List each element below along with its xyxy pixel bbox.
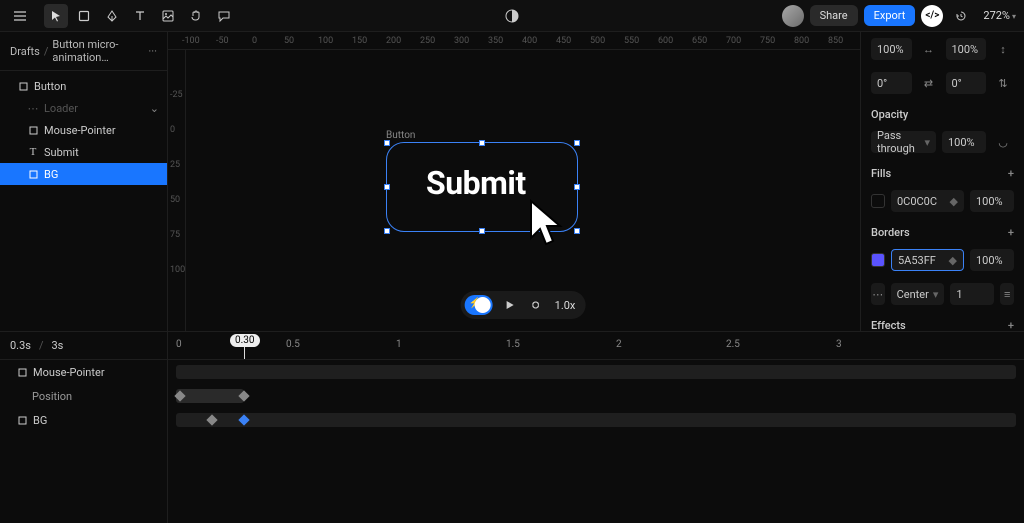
rotation-field-2[interactable]: 0° <box>946 72 987 94</box>
borders-section: Borders+ <box>861 218 1024 243</box>
tl-track-mouse-pointer[interactable] <box>168 360 1024 384</box>
current-time: 0.3s <box>10 339 31 352</box>
code-icon[interactable]: </> <box>921 5 943 27</box>
height-field[interactable]: 100% <box>946 38 987 60</box>
hand-tool[interactable] <box>184 4 208 28</box>
border-hex-field[interactable]: 5A53FF◆ <box>891 249 964 271</box>
border-swatch[interactable] <box>871 253 885 267</box>
add-border-button[interactable]: + <box>1008 226 1014 239</box>
select-tool[interactable] <box>44 4 68 28</box>
tl-layer-mouse-pointer[interactable]: Mouse-Pointer <box>0 360 167 384</box>
add-effect-button[interactable]: + <box>1008 319 1014 331</box>
user-avatar[interactable] <box>782 5 804 27</box>
image-tool[interactable] <box>156 4 180 28</box>
loop-button[interactable] <box>527 296 545 314</box>
tl-track-bg[interactable] <box>168 408 1024 432</box>
opacity-section: Opacity <box>861 100 1024 125</box>
layer-loader[interactable]: ⋯Loader⌄ <box>0 97 167 119</box>
swap-vertical-icon[interactable]: ↕ <box>992 38 1014 60</box>
pen-tool[interactable] <box>100 4 124 28</box>
border-style-button[interactable]: ≡ <box>1000 283 1014 305</box>
border-opacity-field[interactable]: 100% <box>970 249 1014 271</box>
menu-button[interactable] <box>8 4 32 28</box>
tl-layer-bg[interactable]: BG <box>0 408 167 432</box>
border-width-field[interactable]: 1 <box>950 283 994 305</box>
ruler-horizontal: -100-50050100150200250300350400450500550… <box>168 32 860 50</box>
tl-prop-position[interactable]: Position <box>0 384 167 408</box>
total-time: 3s <box>52 339 64 352</box>
flip-v-icon[interactable]: ⇅ <box>992 72 1014 94</box>
tl-track-position[interactable] <box>168 384 1024 408</box>
flip-h-icon[interactable]: ⇄ <box>918 72 940 94</box>
border-position-field[interactable]: Center▾ <box>891 283 945 305</box>
layer-mouse-pointer[interactable]: Mouse-Pointer <box>0 119 167 141</box>
layer-button[interactable]: Button <box>0 75 167 97</box>
playhead[interactable] <box>244 336 245 359</box>
fill-swatch[interactable] <box>871 194 885 208</box>
swap-horizontal-icon[interactable]: ↔ <box>918 38 940 60</box>
frame-label[interactable]: Button <box>386 130 415 141</box>
add-fill-button[interactable]: + <box>1008 167 1014 180</box>
history-icon[interactable] <box>949 4 973 28</box>
rect-tool[interactable] <box>72 4 96 28</box>
fill-hex-field[interactable]: 0C0C0C◆ <box>891 190 964 212</box>
ruler-vertical: -250255075100 <box>168 50 186 331</box>
border-options-button[interactable]: ⋯ <box>871 283 885 305</box>
opacity-value-field[interactable]: 100% <box>942 131 986 153</box>
comment-tool[interactable] <box>212 4 236 28</box>
rotation-field[interactable]: 0° <box>871 72 912 94</box>
breadcrumb[interactable]: Drafts/Button micro-animation…··· <box>0 32 167 71</box>
contrast-icon[interactable] <box>500 4 524 28</box>
export-button[interactable]: Export <box>864 5 916 26</box>
timeline-header: 0.3s / 3s <box>0 332 167 360</box>
layers-panel: Drafts/Button micro-animation…··· Button… <box>0 32 168 331</box>
share-button[interactable]: Share <box>810 5 858 26</box>
inspector-panel: 100% ↔ 100% ↕ 0° ⇄ 0° ⇅ Opacity Pass thr… <box>860 32 1024 331</box>
playback-speed[interactable]: 1.0x <box>553 299 582 312</box>
width-field[interactable]: 100% <box>871 38 912 60</box>
mouse-pointer-shape <box>526 198 568 250</box>
play-button[interactable] <box>501 296 519 314</box>
layer-submit[interactable]: TSubmit <box>0 141 167 163</box>
zoom-level[interactable]: 272% ▾ <box>979 9 1016 22</box>
canvas[interactable]: -100-50050100150200250300350400450500550… <box>168 32 860 331</box>
playback-controls: 1.0x <box>461 291 586 319</box>
effects-section: Effects+ <box>861 311 1024 331</box>
live-toggle[interactable] <box>465 295 493 315</box>
layer-bg[interactable]: BG <box>0 163 167 185</box>
fills-section: Fills+ <box>861 159 1024 184</box>
visibility-icon[interactable]: ◡ <box>992 131 1014 153</box>
timeline-panel: 0.3s / 3s Mouse-Pointer Position BG 0 0.… <box>0 331 1024 523</box>
top-toolbar: Share Export </> 272% ▾ <box>0 0 1024 32</box>
text-tool[interactable] <box>128 4 152 28</box>
fill-opacity-field[interactable]: 100% <box>970 190 1014 212</box>
timeline-ruler[interactable]: 0 0.5 1 1.5 2 2.5 3 <box>168 332 1024 360</box>
canvas-button-text: Submit <box>426 164 526 202</box>
blend-mode-field[interactable]: Pass through▾ <box>871 131 936 153</box>
